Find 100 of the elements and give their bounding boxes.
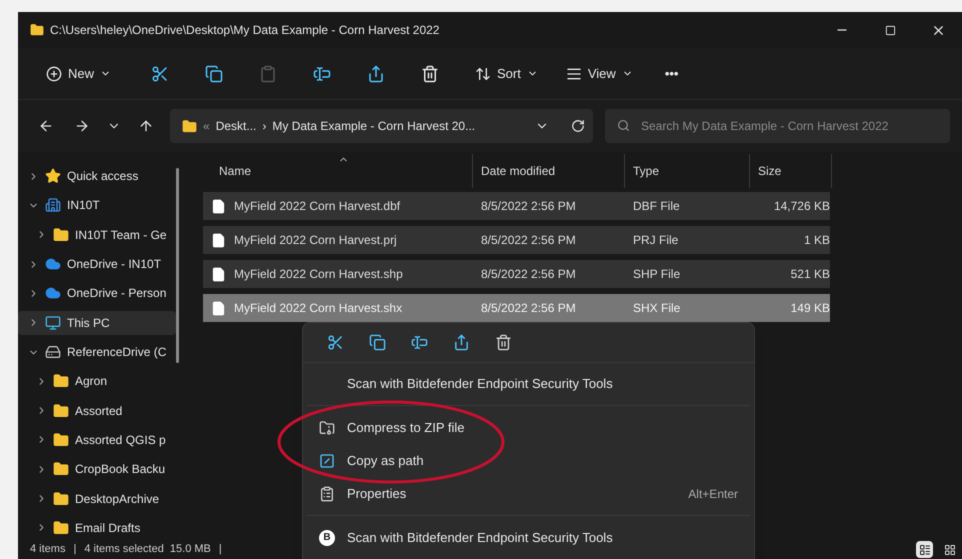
sidebar-item[interactable]: CropBook Backu (18, 457, 176, 482)
file-name: MyField 2022 Corn Harvest.prj (234, 232, 397, 249)
search-icon (617, 119, 630, 132)
up-arrow-icon (138, 118, 154, 134)
share-icon (452, 334, 470, 351)
breadcrumb[interactable]: Deskt... (216, 117, 256, 135)
zip-folder-icon (319, 420, 335, 436)
details-view-button[interactable] (916, 541, 933, 558)
sidebar-item[interactable]: Assorted QGIS p (18, 428, 176, 452)
file-row[interactable]: MyField 2022 Corn Harvest.dbf 8/5/2022 2:56 PM DBF File 14,726 KB (203, 192, 830, 220)
status-selection: 4 items selected 15.0 MB (84, 542, 211, 558)
sidebar-item[interactable]: This PC (18, 310, 176, 335)
type-cell-text: PRJ File (632, 232, 680, 249)
file-row[interactable]: MyField 2022 Corn Harvest.shx 8/5/2022 2:56 PM SHX File 149 KB (203, 294, 830, 322)
cut-icon (326, 334, 344, 351)
date-cell-text: 8/5/2022 2:56 PM (480, 198, 577, 215)
status-separator: | (73, 542, 76, 558)
sidebar-item[interactable]: Quick access (18, 164, 176, 188)
date-cell-text: 8/5/2022 2:56 PM (480, 266, 577, 283)
overflow-marker: « (203, 118, 210, 135)
file-icon (211, 198, 226, 214)
folder-icon (53, 520, 69, 536)
sort-button[interactable]: Sort (467, 58, 546, 90)
maximize-icon (884, 24, 896, 36)
star-icon (45, 168, 61, 184)
breadcrumb-separator: › (262, 118, 266, 135)
folder-icon (53, 432, 69, 448)
copy-icon (205, 64, 224, 82)
menu-item[interactable]: B Scan with Bitdefender Endpoint Security Tools (307, 521, 750, 554)
status-separator: | (218, 542, 222, 558)
scrollbar[interactable] (176, 168, 179, 363)
column-header[interactable]: Date modified (473, 154, 625, 188)
breadcrumb[interactable]: My Data Example - Corn Harvest 20... (272, 117, 476, 135)
cloud-icon (45, 285, 61, 302)
folder-icon (53, 226, 69, 243)
sidebar-item[interactable]: IN10T (18, 193, 176, 218)
file-name: MyField 2022 Corn Harvest.shp (234, 266, 403, 283)
trash-icon (421, 64, 440, 82)
refresh-icon[interactable] (571, 119, 585, 133)
menu-item[interactable]: Properties Alt+Enter (307, 477, 750, 510)
shortcut-label: Alt+Enter (688, 486, 738, 502)
file-row[interactable]: MyField 2022 Corn Harvest.prj 8/5/2022 2:56 PM PRJ File 1 KB (203, 226, 830, 254)
size-cell-text: 14,726 KB (772, 198, 830, 215)
file-icon (211, 232, 226, 248)
drive-icon (45, 344, 61, 360)
menu-item[interactable]: Compress to ZIP file (307, 411, 750, 444)
sidebar-item[interactable]: Assorted (18, 398, 176, 423)
column-header[interactable]: Type (625, 154, 750, 188)
status-count: 4 items (30, 542, 66, 558)
plus-icon (46, 66, 62, 82)
search-field[interactable]: Search My Data Example - Corn Harvest 2022 (605, 109, 950, 143)
folder-icon (53, 461, 69, 478)
sidebar-item[interactable]: ReferenceDrive (C (18, 340, 176, 364)
window-title: C:\Users\heley\OneDrive\Desktop\My Data Example - Corn Harvest 2022 (50, 22, 440, 39)
rename-icon (410, 334, 428, 351)
address-bar[interactable]: « Deskt... › My Data Example - Corn Harvest 20... (170, 109, 593, 143)
date-cell-text: 8/5/2022 2:56 PM (480, 232, 577, 249)
size-cell-text: 521 KB (790, 266, 830, 283)
type-cell-text: SHX File (632, 300, 682, 317)
building-icon (45, 197, 61, 214)
column-header[interactable]: Size (750, 154, 832, 188)
rename-icon (313, 64, 332, 82)
menu-item[interactable]: Copy as path (307, 444, 750, 477)
size-cell-text: 1 KB (802, 232, 830, 249)
more-button[interactable]: ••• (652, 58, 690, 90)
monitor-icon (45, 314, 61, 331)
cut-icon (151, 64, 170, 82)
badge-icon: B (319, 530, 335, 546)
list-icon (566, 66, 582, 82)
file-name: MyField 2022 Corn Harvest.shx (234, 300, 402, 317)
forward-arrow-icon (74, 118, 90, 134)
file-row[interactable]: MyField 2022 Corn Harvest.shp 8/5/2022 2:56 PM SHP File 521 KB (203, 260, 830, 288)
menu-item[interactable]: Scan with Bitdefender Endpoint Security Tools (307, 367, 750, 400)
date-cell-text: 8/5/2022 2:56 PM (480, 300, 577, 317)
file-icon (211, 266, 226, 282)
type-cell-text: DBF File (632, 198, 681, 215)
sidebar-item[interactable]: OneDrive - Person (18, 281, 176, 306)
paste-icon (259, 64, 278, 82)
copy-icon (368, 334, 386, 351)
sidebar-item[interactable]: DesktopArchive (18, 486, 176, 511)
view-button[interactable]: View (558, 58, 641, 90)
properties-icon (319, 486, 335, 502)
type-cell-text: SHP File (632, 266, 682, 283)
sidebar-item[interactable]: Agron (18, 369, 176, 394)
folder-icon (30, 23, 44, 37)
folder-icon (53, 490, 69, 507)
file-name: MyField 2022 Corn Harvest.dbf (234, 198, 400, 215)
sidebar-item[interactable]: IN10T Team - Ge (18, 222, 176, 247)
file-icon (211, 300, 226, 316)
cloud-icon (45, 256, 61, 272)
sidebar-item[interactable]: OneDrive - IN10T (18, 252, 176, 276)
folder-icon (53, 373, 69, 390)
new-button[interactable]: New (38, 58, 120, 90)
sort-icon (475, 66, 492, 82)
folder-icon (53, 402, 69, 419)
folder-icon (182, 118, 197, 134)
column-header[interactable]: Name (203, 154, 473, 188)
sidebar-item[interactable]: Email Drafts (18, 516, 176, 540)
trash-icon (494, 334, 512, 351)
path-icon (319, 452, 335, 468)
